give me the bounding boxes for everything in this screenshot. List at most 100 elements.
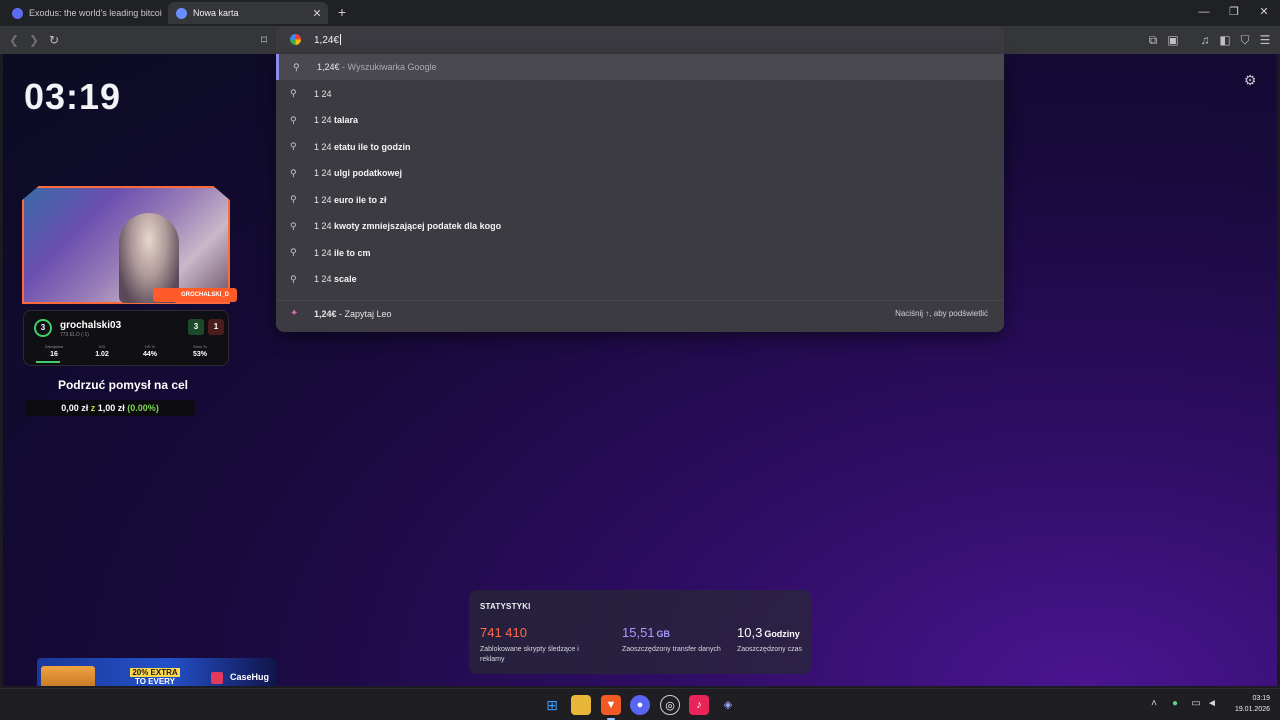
banner-brand: CaseHug: [230, 672, 270, 682]
windows-start-icon[interactable]: ⊞: [542, 695, 562, 715]
steam-icon[interactable]: ◎: [660, 695, 680, 715]
show-hidden-icons-icon[interactable]: ˄: [1147, 697, 1161, 711]
windows-taskbar: ⊞ ▼ ● ◎ ♪ ◈ ˄ ● ▭ ◄ 03:19 19.01.2026: [0, 688, 1280, 720]
progress-bar: [36, 361, 60, 363]
minimize-button[interactable]: —: [1190, 4, 1218, 20]
suggestion-item[interactable]: ⚲ 1 24 ulgi podatkowej: [276, 160, 1004, 186]
network-icon[interactable]: ▭: [1189, 697, 1203, 711]
suggestion-prefix: 1 24: [314, 247, 332, 258]
maximize-button[interactable]: ❐: [1220, 4, 1248, 20]
suggestion-item[interactable]: ⚲ 1 24 kwoty zmniejszającej podatek dla …: [276, 213, 1004, 239]
search-icon: ⚲: [290, 273, 297, 284]
stat-wins: Wins % 53%: [180, 344, 220, 358]
stat-hs: HS % 44%: [130, 344, 170, 358]
goal-separator: z: [90, 403, 96, 413]
reload-button[interactable]: ↻: [46, 32, 62, 48]
search-icon: ⚲: [290, 88, 297, 98]
stat-description: Zablokowane skrypty śledzące i reklamy: [480, 646, 579, 663]
player-name: grochalski03: [60, 320, 122, 331]
stat-bandwidth: 15,51 GB Zaoszczędzony transfer danych: [622, 624, 722, 655]
search-icon: ⚲: [290, 167, 297, 178]
tab-nowa-karta[interactable]: Nowa karta ✕: [168, 2, 328, 24]
social-handle-badge: GROCHALSKI_D: [153, 288, 237, 302]
stat-value: 16: [50, 351, 58, 358]
new-tab-button[interactable]: +: [334, 4, 350, 20]
file-explorer-icon[interactable]: [571, 695, 591, 715]
casehug-banner[interactable]: 20% EXTRA TO EVERY TOP-UP CaseHug: [37, 658, 277, 686]
volume-icon[interactable]: ◄: [1205, 697, 1219, 711]
wins-badge: 3: [188, 319, 204, 335]
discord-icon[interactable]: ●: [630, 695, 650, 715]
casehug-logo-icon: [211, 672, 223, 684]
stat-time: 10,3 Godziny Zaoszczędzony czas: [737, 624, 807, 655]
faceit-stats-widget: 3 grochalski03 773 ELO (-1) 3 1 Zabójstw…: [23, 310, 229, 366]
tiktok-icon[interactable]: ♪: [689, 695, 709, 715]
search-icon: ⚲: [290, 141, 297, 151]
losses-badge: 1: [208, 319, 224, 335]
stat-value: 1.02: [95, 351, 109, 358]
settings-gear-icon[interactable]: ⚙: [1242, 72, 1258, 88]
suggestion-prefix: 1 24: [314, 274, 332, 284]
search-icon: ⚲: [293, 61, 300, 72]
tab-title: Nowa karta: [193, 8, 239, 18]
leo-ai-icon: ✦: [290, 308, 299, 319]
sidebar-icon[interactable]: ◧: [1217, 32, 1233, 48]
microphone-icon[interactable]: ●: [1168, 697, 1182, 711]
stat-label: Wins %: [193, 344, 207, 349]
forward-button[interactable]: ❯: [26, 32, 42, 48]
stat-number: 10,3: [737, 625, 763, 640]
stat-description: Zaoszczędzony czas: [737, 646, 802, 653]
back-button[interactable]: ❮: [6, 32, 22, 48]
banner-promo: 20% EXTRA TO EVERY TOP-UP: [125, 668, 185, 686]
goal-current: 0,00 zł: [61, 403, 89, 413]
suggestion-google-search[interactable]: ⚲ 1,24€ - Wyszukiwarka Google: [276, 54, 1004, 80]
goal-percent: (0.00%): [127, 403, 159, 413]
suggestion-prefix: 1 24: [314, 221, 332, 231]
suggestion-prefix: 1 24: [314, 168, 332, 178]
leo-hint: Naciśnij ↑, aby podświetlić: [895, 309, 988, 318]
suggestion-completion: talara: [334, 115, 359, 125]
system-clock[interactable]: 03:19 19.01.2026: [1226, 693, 1270, 715]
stat-unit: Godziny: [764, 629, 800, 639]
tab-exodus[interactable]: Exodus: the world's leading bitcoin and: [4, 2, 162, 24]
suggestion-source: Wyszukiwarka Google: [347, 62, 437, 72]
suggestion-item[interactable]: ⚲ 1 24: [276, 81, 1004, 107]
shields-icon[interactable]: ⛉: [1237, 32, 1253, 48]
exodus-favicon-icon: [12, 7, 23, 19]
exodus-icon[interactable]: ◈: [718, 695, 738, 715]
treasure-box-icon: [41, 666, 95, 686]
suggestion-item[interactable]: ⚲ 1 24 euro ile to zł: [276, 187, 1004, 213]
stats-title: STATYSTYKI: [480, 602, 531, 611]
extensions-icon[interactable]: ⧉: [1145, 32, 1161, 48]
brave-browser-icon[interactable]: ▼: [601, 695, 621, 720]
banner-line1: 20% EXTRA: [130, 668, 180, 677]
suggestion-item[interactable]: ⚲ 1 24 ile to cm: [276, 240, 1004, 266]
media-icon[interactable]: ♫: [1197, 32, 1213, 48]
suggestion-dash: -: [339, 62, 348, 72]
level-badge: 3: [34, 319, 52, 337]
stat-label: K/D: [98, 344, 106, 349]
suggestion-item[interactable]: ⚲ 1 24 talara: [276, 107, 1004, 133]
google-icon: [290, 34, 301, 45]
leo-dash: -: [336, 308, 345, 319]
taskbar-time: 03:19: [1252, 695, 1270, 702]
goal-progress: 0,00 zł z 1,00 zł (0.00%): [25, 400, 195, 416]
player-elo: 773 ELO (-1): [60, 332, 89, 338]
bookmark-icon[interactable]: ⌑: [256, 32, 272, 48]
stat-label: HS %: [144, 344, 156, 349]
suggestion-prefix: 1 24: [314, 88, 332, 99]
suggestion-prefix: 1 24: [314, 141, 332, 152]
brave-stats-widget: STATYSTYKI 741 410 Zablokowane skrypty ś…: [469, 590, 811, 674]
suggestion-completion: kwoty zmniejszającej podatek dla kogo: [334, 221, 502, 231]
suggestion-ask-leo[interactable]: ✦ 1,24€ - Zapytaj Leo Naciśnij ↑, aby po…: [276, 300, 1004, 326]
menu-icon[interactable]: ☰: [1257, 32, 1273, 48]
close-window-button[interactable]: ✕: [1250, 4, 1278, 20]
close-tab-icon[interactable]: ✕: [310, 7, 324, 20]
suggestion-item[interactable]: ⚲ 1 24 scale: [276, 266, 1004, 292]
screenshot-icon[interactable]: ▣: [1165, 32, 1181, 48]
suggestion-item[interactable]: ⚲ 1 24 etatu ile to godzin: [276, 134, 1004, 160]
address-input[interactable]: 1,24€: [314, 34, 341, 46]
address-bar[interactable]: 1,24€: [276, 26, 1004, 54]
suggestion-completion: ulgi podatkowej: [334, 168, 403, 178]
brave-favicon-icon: [176, 7, 187, 19]
